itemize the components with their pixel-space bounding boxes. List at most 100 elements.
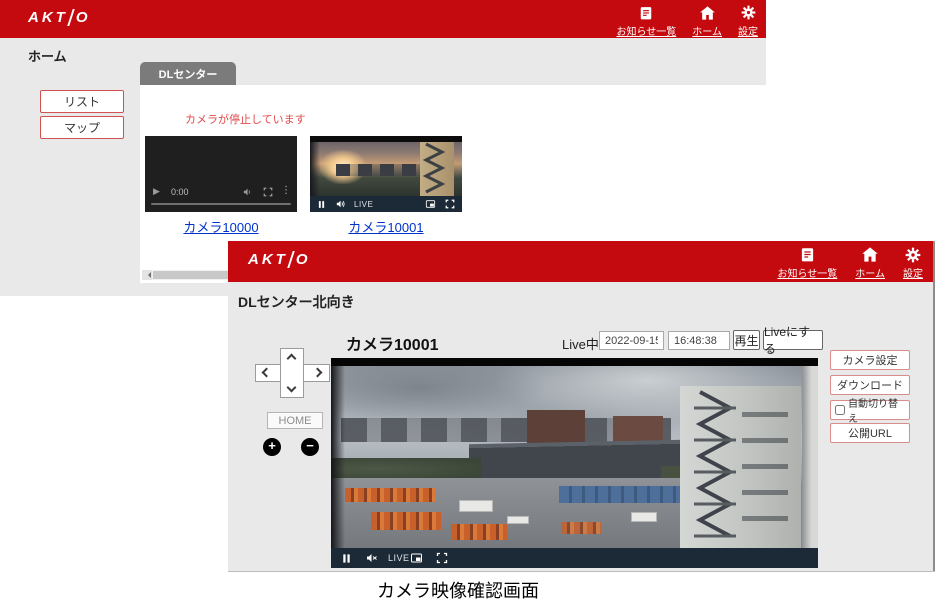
trees [331,458,481,480]
screenshot-stage: AKT O お知らせ一覧 ホーム [0,0,941,604]
home-header: AKT O お知らせ一覧 ホーム [0,0,766,38]
camera-10000-player[interactable]: ▶ 0:00 ⋮ [145,136,297,212]
logo-text-left: AKT [248,251,288,268]
player-controls: ▶ 0:00 ⋮ [145,186,297,200]
tab-dl-center[interactable]: DLセンター [140,62,236,85]
news-list-icon [800,246,815,263]
list-view-button[interactable]: リスト [40,90,124,113]
brick-building [527,410,585,444]
home-icon [861,246,879,263]
volume-icon[interactable] [243,187,253,197]
zoom-out-button[interactable]: − [301,438,319,456]
pip-icon[interactable] [410,552,423,564]
go-live-button[interactable]: Liveにする [763,330,823,350]
map-view-button[interactable]: マップ [40,116,124,139]
home-icon [699,4,716,21]
orange-equipment [561,522,601,534]
home-header-nav: お知らせ一覧 ホーム 設定 [616,4,758,38]
pause-icon[interactable] [341,553,352,564]
nav-news[interactable]: お知らせ一覧 [616,4,676,38]
camera-10001-link[interactable]: カメラ10001 [310,217,462,236]
nav-news-label[interactable]: お知らせ一覧 [777,265,837,280]
nav-settings[interactable]: 設定 [738,4,758,38]
window-frame-edge [331,366,345,548]
camera-10001-player[interactable]: LIVE [310,136,462,212]
download-button[interactable]: ダウンロード [830,375,910,395]
nav-news[interactable]: お知らせ一覧 [777,246,837,280]
scroll-left-arrow[interactable] [142,270,152,280]
logo-text-left: AKT [28,9,68,26]
camera-header: AKT O お知らせ一覧 ホーム [228,241,933,282]
date-input[interactable] [599,331,664,350]
window-frame-edge [310,136,320,196]
page-title: ホーム [28,46,67,65]
white-truck [459,500,493,512]
logo-slash [287,251,295,268]
live-status-label: Live中 [562,334,599,353]
auto-switch-label: 自動切り替え [848,395,905,425]
muted-speaker-icon[interactable] [366,552,378,564]
city-silhouette [336,164,426,176]
zoom-in-button[interactable]: + [263,438,281,456]
white-truck [631,512,657,522]
nav-home-label[interactable]: ホーム [855,265,885,280]
playback-time: 0:00 [171,187,189,197]
letterbox-bar [310,136,462,142]
orange-equipment [345,488,435,502]
live-badge: LIVE [388,553,410,563]
pan-tilt-control [255,348,330,398]
camera-title: カメラ10001 [346,331,439,355]
live-video-frame [331,366,818,548]
sunset-video-frame [310,136,462,196]
orange-equipment [451,524,507,540]
logo-slash [67,9,75,26]
blue-containers [559,486,681,503]
logo-text-right: O [76,9,91,26]
white-truck [507,516,529,524]
overflow-menu-icon[interactable]: ⋮ [281,185,291,196]
orange-equipment [371,512,441,530]
building-windows [742,412,788,542]
nav-home[interactable]: ホーム [855,246,885,280]
auto-switch-checkbox[interactable] [835,405,845,415]
fullscreen-icon[interactable] [445,199,455,209]
time-input[interactable] [668,331,730,350]
nav-home-label[interactable]: ホーム [692,23,722,38]
gear-icon [905,246,921,263]
right-building [420,142,454,196]
speaker-icon[interactable] [336,199,346,209]
camera-header-nav: お知らせ一覧 ホーム 設定 [777,246,923,280]
nav-settings[interactable]: 設定 [903,246,923,280]
play-button[interactable]: 再生 [733,330,760,350]
fullscreen-icon[interactable] [436,552,448,564]
public-url-button[interactable]: 公開URL [830,423,910,443]
player-control-bar: LIVE [310,196,462,212]
pause-icon[interactable] [317,200,326,209]
logo-text-right: O [296,251,311,268]
news-list-icon [639,4,653,21]
nav-settings-label[interactable]: 設定 [903,265,923,280]
progress-bar[interactable] [151,203,291,205]
camera-detail-window: AKT O お知らせ一覧 ホーム [228,241,935,571]
nav-news-label[interactable]: お知らせ一覧 [616,23,676,38]
camera-settings-button[interactable]: カメラ設定 [830,350,910,370]
player-control-bar: LIVE [331,548,818,568]
camera-stopped-message: カメラが停止しています [185,111,306,127]
window-frame-edge [802,366,818,548]
camera-10000-link[interactable]: カメラ10000 [145,217,297,236]
screenshot-caption: カメラ映像確認画面 [228,577,688,603]
home-position-button[interactable]: HOME [267,412,323,429]
gear-icon [741,4,756,21]
right-building-with-stairs [680,386,801,548]
auto-switch-toggle[interactable]: 自動切り替え [830,400,910,420]
main-video-player[interactable]: LIVE [331,358,818,568]
nav-settings-label[interactable]: 設定 [738,23,758,38]
play-icon[interactable]: ▶ [153,186,160,197]
live-badge: LIVE [354,200,373,209]
nav-home[interactable]: ホーム [692,4,722,38]
letterbox-bar [331,358,818,366]
aktio-logo: AKT O [248,251,311,268]
fullscreen-icon[interactable] [263,187,273,197]
page-title: DLセンター北向き [238,292,355,312]
pip-icon[interactable] [425,199,436,209]
